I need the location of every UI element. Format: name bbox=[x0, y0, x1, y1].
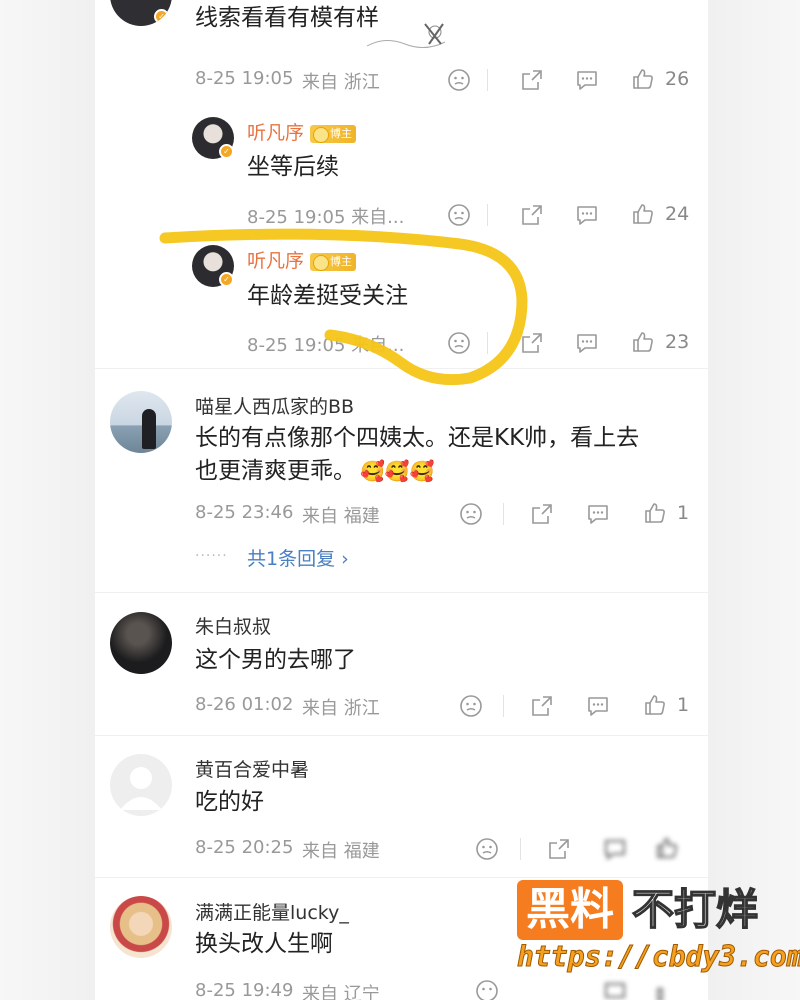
comment-location: 来自 浙江 bbox=[302, 698, 380, 719]
like-count: 23 bbox=[665, 331, 690, 353]
comment-text: 年龄差挺受关注 bbox=[247, 283, 408, 309]
avatar[interactable] bbox=[110, 754, 172, 816]
comment-location: 来自 福建 bbox=[302, 506, 380, 527]
comment-location: 来自 福建 bbox=[302, 841, 380, 862]
comment-sticker bbox=[365, 18, 455, 52]
verified-badge-icon: ✓ bbox=[219, 144, 234, 159]
verified-badge-icon: ✓ bbox=[154, 9, 169, 24]
comment-meta: 8-25 19:05 来自... bbox=[247, 207, 405, 228]
share-icon[interactable] bbox=[530, 502, 554, 526]
smiley-icon[interactable] bbox=[447, 68, 471, 92]
comment-icon[interactable] bbox=[575, 68, 599, 92]
comment-text-line-2: 也更清爽更乖。 🥰🥰🥰 bbox=[195, 455, 435, 487]
comment-icon[interactable] bbox=[603, 837, 627, 861]
username[interactable]: 满满正能量lucky_ bbox=[195, 898, 349, 925]
comment-location: 来自 浙江 bbox=[302, 72, 380, 93]
username[interactable]: 听凡序 博主 bbox=[247, 246, 357, 273]
comment-text: 换头改人生啊 bbox=[195, 931, 333, 957]
username[interactable]: 朱白叔叔 bbox=[195, 612, 271, 639]
share-icon[interactable] bbox=[520, 68, 544, 92]
smiley-icon[interactable] bbox=[475, 979, 499, 1000]
divider bbox=[503, 503, 504, 525]
thumbs-up-icon[interactable] bbox=[631, 202, 655, 226]
comment-text: 吃的好 bbox=[195, 789, 264, 815]
smiley-icon[interactable] bbox=[447, 331, 471, 355]
emoji-icon: 🥰🥰🥰 bbox=[360, 459, 435, 483]
comment-icon[interactable] bbox=[575, 331, 599, 355]
comment-location: 来自 辽宁 bbox=[302, 984, 380, 1000]
divider bbox=[95, 735, 708, 736]
like-count: 26 bbox=[665, 68, 690, 90]
username[interactable]: 喵星人西瓜家的BB bbox=[195, 392, 354, 419]
divider bbox=[520, 838, 521, 860]
avatar[interactable] bbox=[110, 612, 172, 674]
divider bbox=[503, 695, 504, 717]
username-text: 听凡序 bbox=[247, 122, 305, 144]
replies-dots: ······ bbox=[195, 548, 228, 564]
share-icon[interactable] bbox=[547, 837, 571, 861]
avatar[interactable]: ✓ bbox=[110, 0, 172, 26]
smiley-icon[interactable] bbox=[447, 203, 471, 227]
like-count: 1 bbox=[677, 694, 690, 716]
comment-icon[interactable] bbox=[575, 203, 599, 227]
comment-text: 这个男的去哪了 bbox=[195, 647, 356, 673]
username[interactable]: 黄百合爱中暑 bbox=[195, 755, 309, 782]
like-count: 1 bbox=[677, 502, 690, 524]
thumbs-up-icon[interactable] bbox=[631, 330, 655, 354]
smiley-icon[interactable] bbox=[459, 694, 483, 718]
watermark-logo: 黑料 bbox=[517, 880, 623, 940]
divider bbox=[95, 592, 708, 593]
username[interactable]: 听凡序 博主 bbox=[247, 118, 357, 145]
smiley-icon[interactable] bbox=[459, 502, 483, 526]
thumbs-up-icon[interactable] bbox=[631, 67, 655, 91]
blogger-badge: 博主 bbox=[310, 125, 357, 143]
background-right bbox=[708, 0, 800, 1000]
share-icon[interactable] bbox=[520, 203, 544, 227]
comment-time: 8-25 23:46 bbox=[195, 502, 294, 523]
divider bbox=[95, 877, 708, 878]
comment-time: 8-25 19:49 bbox=[195, 980, 294, 1000]
blogger-badge: 博主 bbox=[310, 253, 357, 271]
smiley-icon[interactable] bbox=[475, 837, 499, 861]
comment-time: 8-26 01:02 bbox=[195, 694, 294, 715]
divider bbox=[487, 332, 488, 354]
comment-icon[interactable] bbox=[586, 502, 610, 526]
avatar[interactable] bbox=[110, 896, 172, 958]
comment-text: 线索看看有模有样 bbox=[195, 5, 379, 31]
watermark-url: https://cbdy3.com bbox=[517, 940, 800, 974]
thumbs-up-icon[interactable] bbox=[655, 836, 679, 860]
thumbs-up-icon[interactable] bbox=[643, 501, 667, 525]
share-icon[interactable] bbox=[530, 694, 554, 718]
avatar-figure bbox=[142, 409, 156, 449]
avatar[interactable] bbox=[110, 391, 172, 453]
username-text: 听凡序 bbox=[247, 250, 305, 272]
share-icon[interactable] bbox=[520, 331, 544, 355]
comment-time: 8-25 19:05 bbox=[195, 68, 294, 89]
comment-meta: 8-25 19:05 来自... bbox=[247, 335, 405, 356]
thumbs-up-icon[interactable] bbox=[643, 693, 667, 717]
thumbs-up-icon[interactable] bbox=[655, 979, 679, 1000]
divider bbox=[95, 368, 708, 369]
divider bbox=[487, 204, 488, 226]
watermark-text: 不打烊 bbox=[631, 884, 759, 935]
comment-text-line-1: 长的有点像那个四姨太。还是KK帅，看上去 bbox=[195, 425, 640, 451]
verified-badge-icon: ✓ bbox=[219, 272, 234, 287]
comment-text: 坐等后续 bbox=[247, 154, 339, 180]
comment-icon[interactable] bbox=[603, 980, 627, 1000]
default-user-icon bbox=[120, 767, 162, 810]
comment-time: 8-25 20:25 bbox=[195, 837, 294, 858]
view-replies-link[interactable]: 共1条回复 › bbox=[247, 544, 349, 571]
comment-icon[interactable] bbox=[586, 694, 610, 718]
divider bbox=[487, 69, 488, 91]
comment-panel: ✓ 线索看看有模有样 8-25 19:05 来自 浙江 26 ✓ 听凡序 博主 坐… bbox=[95, 0, 708, 1000]
comment-text: 也更清爽更乖。 bbox=[195, 458, 356, 484]
like-count: 24 bbox=[665, 203, 690, 225]
background-left bbox=[0, 0, 95, 1000]
